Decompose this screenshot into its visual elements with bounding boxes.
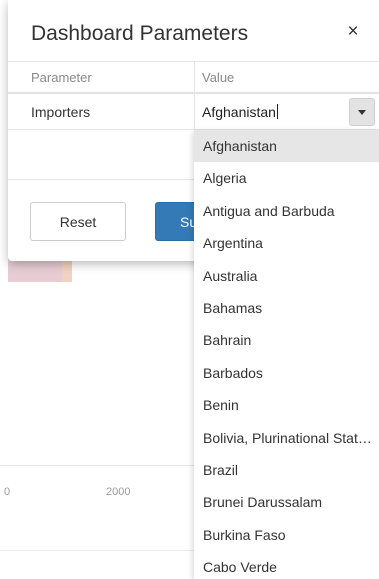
dropdown-option-cabo-verde[interactable]: Cabo Verde xyxy=(194,551,379,579)
importers-combobox-input[interactable]: Afghanistan xyxy=(202,104,278,120)
caret-down-icon xyxy=(358,109,366,115)
dropdown-option-australia[interactable]: Australia xyxy=(194,260,379,292)
value-column-header: Value xyxy=(202,70,235,85)
dropdown-option-argentina[interactable]: Argentina xyxy=(194,227,379,259)
text-cursor xyxy=(276,104,278,119)
dropdown-option-bahamas[interactable]: Bahamas xyxy=(194,292,379,324)
dropdown-option-benin[interactable]: Benin xyxy=(194,389,379,421)
reset-button[interactable]: Reset xyxy=(30,202,126,241)
background-axis-tick: 0 xyxy=(4,486,11,498)
dropdown-option-bolivia[interactable]: Bolivia, Plurinational State of xyxy=(194,422,379,454)
background-axis-tick: 2000 xyxy=(106,486,131,498)
dropdown-option-afghanistan[interactable]: Afghanistan xyxy=(194,130,379,163)
dropdown-option-bahrain[interactable]: Bahrain xyxy=(194,324,379,356)
dropdown-option-antigua-and-barbuda[interactable]: Antigua and Barbuda xyxy=(194,195,379,227)
close-icon[interactable]: × xyxy=(341,20,365,44)
dropdown-option-brazil[interactable]: Brazil xyxy=(194,454,379,486)
country-dropdown-list[interactable]: Afghanistan Algeria Antigua and Barbuda … xyxy=(194,130,379,579)
parameter-name: Importers xyxy=(31,104,91,120)
dropdown-option-brunei-darussalam[interactable]: Brunei Darussalam xyxy=(194,486,379,518)
dropdown-option-burkina-faso[interactable]: Burkina Faso xyxy=(194,519,379,551)
modal-title: Dashboard Parameters xyxy=(31,22,249,45)
table-row: Importers Afghanistan xyxy=(8,94,379,130)
modal-header: Dashboard Parameters × xyxy=(8,0,379,62)
dropdown-toggle-button[interactable] xyxy=(349,98,375,126)
parameter-column-header: Parameter xyxy=(31,70,92,85)
dropdown-option-algeria[interactable]: Algeria xyxy=(194,162,379,194)
dropdown-option-barbados[interactable]: Barbados xyxy=(194,357,379,389)
combobox-value: Afghanistan xyxy=(202,104,276,120)
